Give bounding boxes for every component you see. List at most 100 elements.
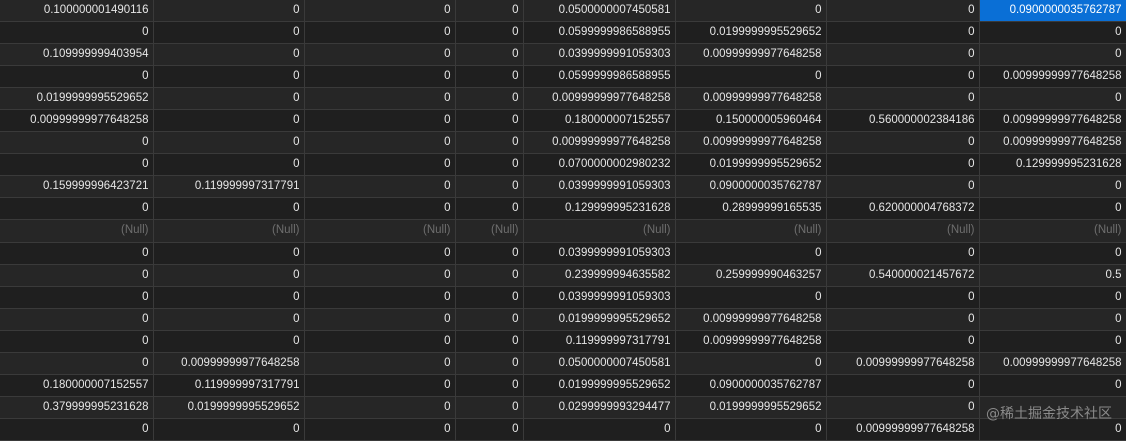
table-cell[interactable]: 0 [153,197,305,221]
table-row[interactable]: 0 0 0 0 0.0700000002980232 0.0199999995529652… [0,153,1126,177]
table-cell[interactable]: 0 [304,352,456,375]
table-cell[interactable]: (Null) [304,219,456,243]
table-cell[interactable]: 0 [826,65,980,89]
table-cell[interactable]: 0 [675,352,827,375]
table-cell[interactable]: 0 [675,286,827,309]
table-cell[interactable]: 0.0500000007450581 [523,0,676,23]
table-row[interactable]: 0 0 0 0 0.119999997317791 0.00999999977648258… [0,330,1126,353]
table-cell[interactable]: 0.159999996423721 [0,175,154,199]
table-cell[interactable]: 0 [304,374,456,397]
table-cell[interactable]: 0 [979,21,1126,45]
table-cell[interactable]: 0.0900000035762787 [675,374,827,397]
table-cell[interactable]: 0.00999999977648258 [979,65,1126,89]
table-cell[interactable]: 0 [523,418,676,441]
table-cell[interactable]: 0.00999999977648258 [675,330,827,353]
table-row[interactable]: 0.00999999977648258 0 0 0 0.180000007152557 0… [0,109,1126,133]
table-cell[interactable]: 0 [455,109,524,133]
table-cell[interactable]: 0 [455,374,524,397]
table-cell[interactable]: 0.0500000007450581 [523,352,676,375]
table-cell[interactable]: 0 [979,175,1126,199]
table-cell[interactable]: 0 [304,308,456,331]
table-cell[interactable]: 0 [979,286,1126,309]
table-cell[interactable]: (Null) [153,219,305,243]
table-row[interactable]: 0 0 0 0 0.0599999986588955 0.0199999995529652… [0,21,1126,45]
table-cell[interactable]: 0 [304,418,456,441]
table-cell[interactable]: (Null) [523,219,676,243]
table-cell[interactable]: 0 [153,153,305,177]
table-cell[interactable]: 0.620000004768372 [826,197,980,221]
table-cell[interactable]: 0.00999999977648258 [675,308,827,331]
table-cell[interactable]: 0 [826,21,980,45]
table-cell[interactable]: 0 [455,131,524,155]
table-cell[interactable]: 0 [153,308,305,331]
table-cell[interactable]: 0.0199999995529652 [523,374,676,397]
table-row[interactable]: 0.159999996423721 0.119999997317791 0 0 0.03… [0,175,1126,199]
table-cell[interactable]: 0.00999999977648258 [675,43,827,67]
table-row[interactable]: (Null) (Null) (Null) (Null) (Null) (Null) (Nul… [0,219,1126,243]
table-cell[interactable]: 0 [455,153,524,177]
table-cell[interactable]: 0.379999995231628 [0,396,154,419]
table-cell[interactable]: 0.0399999991059303 [523,286,676,309]
table-cell[interactable]: 0 [675,0,827,23]
table-cell[interactable]: 0.00999999977648258 [675,87,827,111]
table-cell[interactable]: 0 [826,286,980,309]
table-cell[interactable]: 0 [304,0,456,23]
table-cell[interactable]: 0 [153,43,305,67]
table-cell[interactable]: 0.0599999986588955 [523,65,676,89]
table-cell[interactable]: 0.0599999986588955 [523,21,676,45]
table-cell[interactable]: 0 [826,396,980,419]
table-cell[interactable]: 0 [0,352,154,375]
table-cell[interactable]: 0 [0,264,154,287]
table-row[interactable]: 0.109999999403954 0 0 0 0.0399999991059303 0.… [0,43,1126,67]
table-cell[interactable]: 0.00999999977648258 [153,352,305,375]
table-cell[interactable]: 0 [153,65,305,89]
table-cell[interactable]: 0 [0,330,154,353]
table-cell[interactable]: 0.180000007152557 [0,374,154,397]
table-cell[interactable]: 0.0199999995529652 [0,87,154,111]
table-cell[interactable]: 0.109999999403954 [0,43,154,67]
table-cell[interactable]: 0 [826,175,980,199]
table-cell[interactable]: 0 [304,242,456,265]
table-cell[interactable]: 0 [455,65,524,89]
table-cell[interactable]: (Null) [826,219,980,243]
table-cell[interactable]: 0 [979,308,1126,331]
table-cell[interactable]: 0 [455,418,524,441]
table-cell[interactable]: 0.00999999977648258 [675,131,827,155]
table-cell[interactable]: 0 [675,65,827,89]
table-row[interactable]: 0 0.00999999977648258 0 0 0.0500000007450581… [0,352,1126,375]
table-cell[interactable]: 0.560000002384186 [826,109,980,133]
table-cell[interactable]: (Null) [455,219,524,243]
table-cell[interactable]: 0.00999999977648258 [826,352,980,375]
table-cell[interactable]: 0 [153,264,305,287]
table-cell[interactable]: 0 [304,197,456,221]
table-cell[interactable]: 0 [979,418,1126,441]
table-cell[interactable]: 0 [979,330,1126,353]
table-cell[interactable]: 0.0299999993294477 [523,396,676,419]
table-cell[interactable]: 0.00999999977648258 [0,109,154,133]
table-cell[interactable]: 0.540000021457672 [826,264,980,287]
table-cell[interactable]: 0 [0,131,154,155]
table-cell[interactable]: 0.0399999991059303 [523,242,676,265]
table-cell[interactable]: 0 [153,242,305,265]
table-row[interactable]: 0.0199999995529652 0 0 0 0.00999999977648258… [0,87,1126,111]
table-cell[interactable]: 0 [304,153,456,177]
table-cell[interactable]: 0.00999999977648258 [979,131,1126,155]
table-cell[interactable]: 0 [0,286,154,309]
table-cell[interactable]: 0.28999999165535 [675,197,827,221]
table-cell[interactable]: 0.0900000035762787 [979,0,1126,23]
table-cell[interactable]: 0 [455,197,524,221]
table-cell[interactable]: 0.5 [979,264,1126,287]
table-cell[interactable]: 0 [826,308,980,331]
table-cell[interactable]: 0 [304,109,456,133]
table-cell[interactable]: 0 [455,396,524,419]
table-cell[interactable]: 0 [153,109,305,133]
table-cell[interactable]: 0 [826,374,980,397]
table-cell[interactable]: 0 [826,131,980,155]
table-cell[interactable]: 0 [826,153,980,177]
table-cell[interactable]: 0 [304,131,456,155]
table-cell[interactable]: 0.0199999995529652 [523,308,676,331]
table-cell[interactable]: 0 [455,175,524,199]
table-cell[interactable]: 0.119999997317791 [523,330,676,353]
table-cell[interactable]: (Null) [0,219,154,243]
table-cell[interactable]: 0.0199999995529652 [153,396,305,419]
